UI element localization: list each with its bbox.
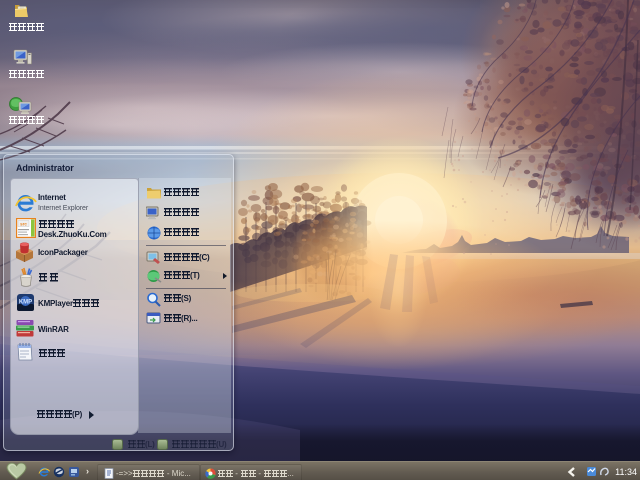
svg-text:KMP: KMP bbox=[19, 300, 32, 306]
svg-text:src: src bbox=[20, 222, 27, 227]
